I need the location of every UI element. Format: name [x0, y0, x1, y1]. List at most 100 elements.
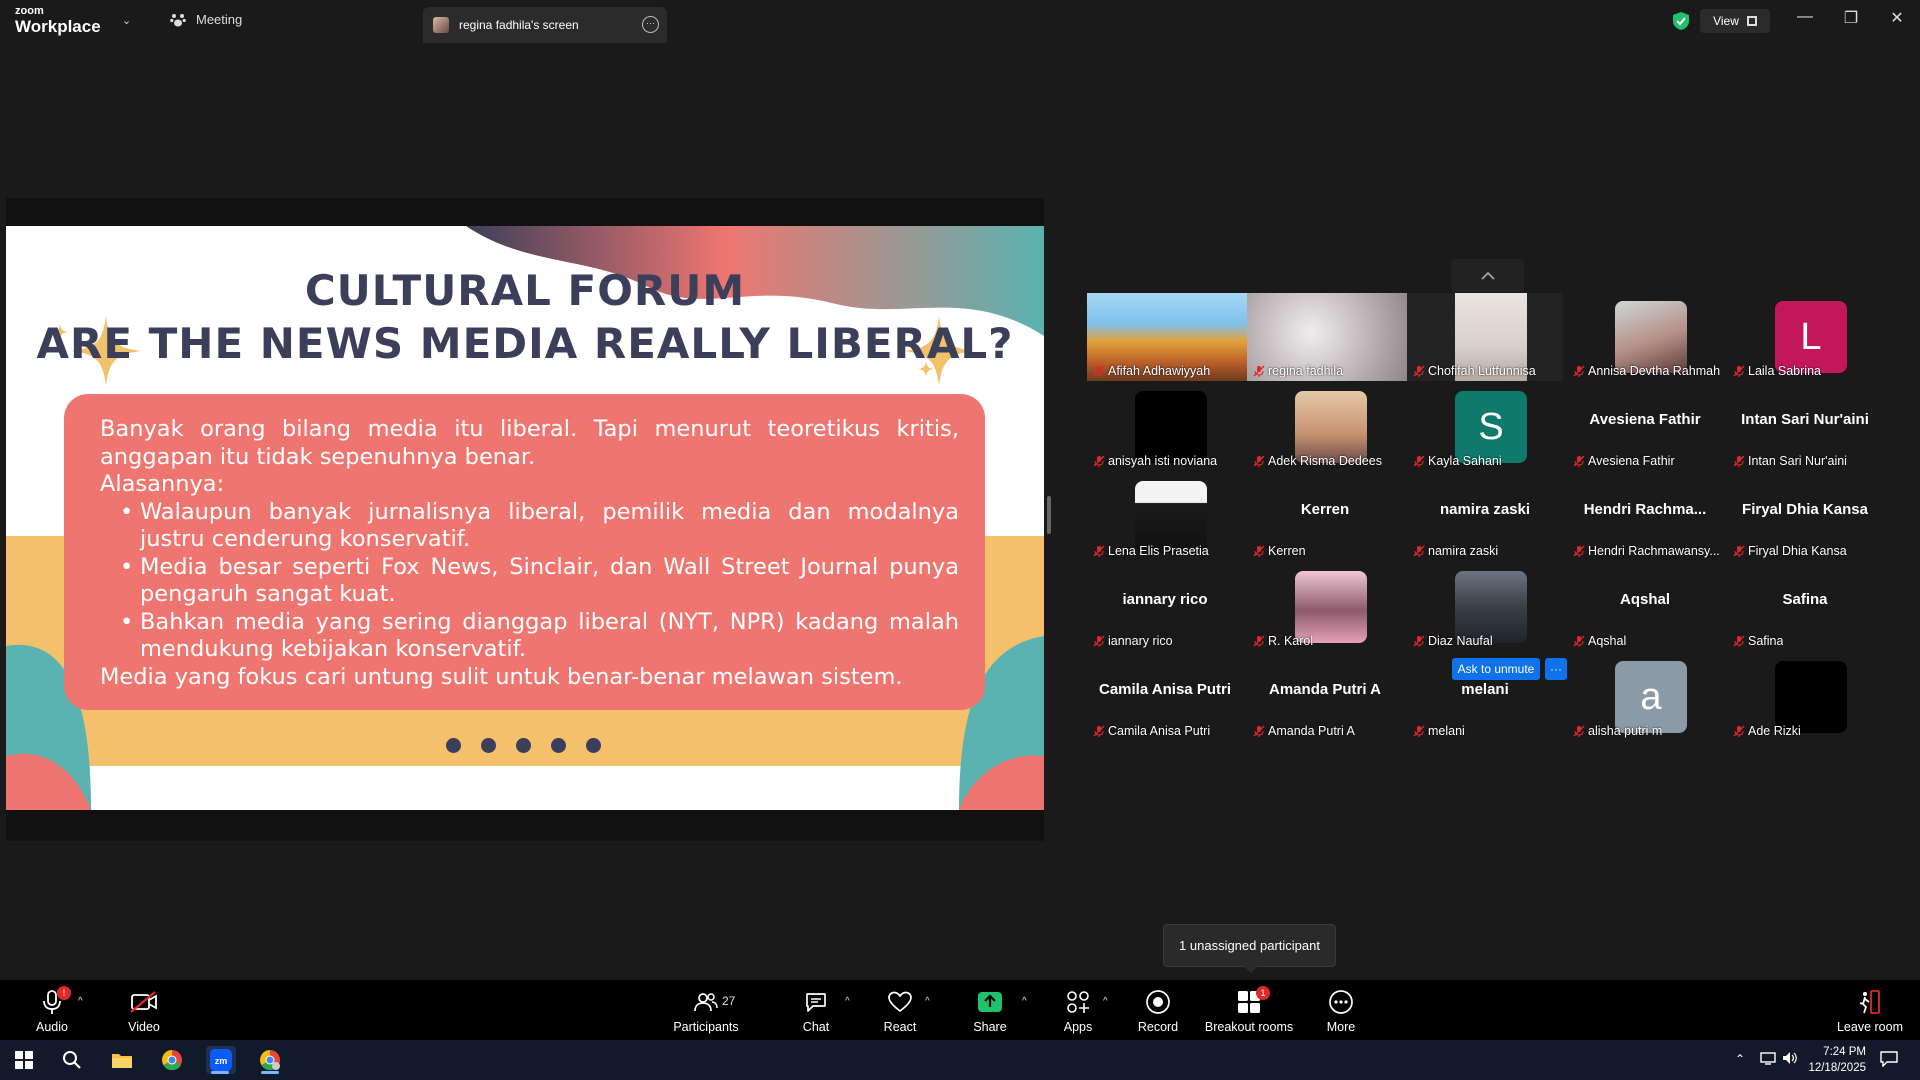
chat-button[interactable]: Chat [776, 988, 856, 1034]
participant-tile[interactable]: Adek Risma Dedees [1247, 383, 1403, 471]
more-button[interactable]: More [1301, 988, 1381, 1034]
participant-tile[interactable]: Kerren Kerren [1247, 473, 1403, 561]
participant-display-name: Hendri Rachma... [1583, 501, 1707, 518]
audio-options-caret-icon[interactable]: ^ [78, 996, 83, 1007]
participant-avatar-letter: L [1775, 301, 1847, 373]
participant-name: Intan Sari Nur'aini [1748, 454, 1847, 468]
participant-name: Avesiena Fathir [1588, 454, 1675, 468]
participant-avatar-blank [1775, 661, 1847, 733]
more-label: More [1326, 1020, 1356, 1034]
windows-start-icon[interactable] [10, 1046, 38, 1074]
leave-room-label: Leave room [1836, 1020, 1903, 1034]
microphone-muted-icon [1573, 635, 1585, 647]
slide-reasons-heading: Alasannya: [100, 471, 225, 497]
chat-options-caret-icon[interactable]: ^ [845, 996, 850, 1007]
tab-shared-screen[interactable]: regina fadhila's screen ··· [423, 7, 667, 43]
participant-name: Afifah Adhawiyyah [1108, 364, 1211, 378]
shield-check-icon[interactable] [1670, 10, 1692, 32]
participant-name-label: Hendri Rachmawansy... [1573, 544, 1720, 558]
participant-tile[interactable]: Aqshal Aqshal [1567, 563, 1723, 651]
video-button[interactable]: Video [104, 988, 184, 1034]
participant-tile[interactable]: iannary rico iannary rico [1087, 563, 1243, 651]
share-label: Share [973, 1020, 1007, 1034]
unassigned-participant-tooltip: 1 unassigned participant [1163, 924, 1336, 973]
microphone-muted-icon [1253, 725, 1265, 737]
apps-button[interactable]: Apps [1038, 988, 1118, 1034]
close-icon[interactable]: ✕ [1882, 8, 1912, 28]
zoom-workplace-logo[interactable]: zoom Workplace [15, 6, 101, 36]
apps-options-caret-icon[interactable]: ^ [1103, 996, 1108, 1007]
leave-room-button[interactable]: Leave room [1830, 988, 1910, 1034]
participant-tile[interactable]: anisyah isti noviana [1087, 383, 1243, 471]
search-icon[interactable] [58, 1046, 86, 1074]
participant-name-label: anisyah isti noviana [1093, 454, 1217, 468]
participant-name: regina fadhila [1268, 364, 1344, 378]
participant-tile[interactable]: regina fadhila [1247, 293, 1407, 381]
participant-tile[interactable]: Ade Rizki [1727, 653, 1883, 741]
audio-label: Audio [36, 1020, 68, 1034]
minimize-icon[interactable]: — [1790, 8, 1820, 26]
participant-tile[interactable]: a alisha putri m [1567, 653, 1723, 741]
breakout-rooms-button[interactable]: 1 Breakout rooms [1199, 986, 1299, 1034]
slide-bullet: Bahkan media yang sering dianggap libera… [120, 609, 959, 664]
microphone-muted-icon [1733, 455, 1745, 467]
view-button[interactable]: View [1700, 9, 1770, 33]
participant-name-label: Aqshal [1573, 634, 1626, 648]
tab-meeting[interactable]: Meeting [170, 12, 242, 27]
audio-button[interactable]: ! Audio [12, 986, 92, 1034]
chrome-profile-icon[interactable] [256, 1046, 284, 1074]
chrome-icon[interactable] [158, 1046, 186, 1074]
gallery-page-up-button[interactable] [1451, 259, 1524, 292]
restore-icon[interactable]: ❐ [1836, 8, 1866, 28]
participant-tile[interactable]: S Kayla Sahani [1407, 383, 1563, 471]
ellipsis-icon[interactable]: ··· [642, 16, 659, 33]
dot [586, 738, 601, 753]
participant-tile[interactable]: Chofifah Lutfunnisa [1407, 293, 1563, 381]
split-resize-handle[interactable] [1047, 496, 1051, 534]
participant-tile[interactable]: Safina Safina [1727, 563, 1883, 651]
participant-tile[interactable]: L Laila Sabrina [1727, 293, 1883, 381]
microphone-muted-icon [1413, 365, 1425, 377]
participant-tile[interactable]: namira zaski namira zaski [1407, 473, 1563, 561]
participant-tile[interactable]: Afifah Adhawiyyah [1087, 293, 1247, 381]
participant-tile[interactable]: Hendri Rachma... Hendri Rachmawansy... [1567, 473, 1723, 561]
participant-display-name: Safina [1782, 591, 1828, 608]
tile-more-options-button[interactable]: ··· [1545, 658, 1567, 680]
breakout-rooms-label: Breakout rooms [1204, 1020, 1294, 1034]
participant-display-name: namira zaski [1439, 501, 1531, 518]
record-icon [1118, 988, 1198, 1016]
chevron-down-icon[interactable]: ⌄ [122, 14, 131, 27]
microphone-muted-icon [1093, 725, 1105, 737]
participant-tile[interactable]: Firyal Dhia Kansa Firyal Dhia Kansa [1727, 473, 1883, 561]
meeting-paw-icon [170, 13, 186, 26]
notifications-icon[interactable] [1880, 1051, 1898, 1072]
participant-tile[interactable]: Lena Elis Prasetia [1087, 473, 1243, 561]
react-options-caret-icon[interactable]: ^ [925, 996, 930, 1007]
participant-tile[interactable]: Diaz Naufal [1407, 563, 1563, 651]
participant-tile[interactable]: Avesiena Fathir Avesiena Fathir [1567, 383, 1723, 471]
leave-room-icon [1830, 988, 1910, 1016]
react-button[interactable]: React [860, 988, 940, 1034]
network-icon[interactable] [1760, 1051, 1776, 1070]
slide-bullet-list: Walaupun banyak jurnalisnya liberal, pem… [120, 499, 959, 664]
participant-name: Kayla Sahani [1428, 454, 1502, 468]
participant-name: Amanda Putri A [1268, 724, 1355, 738]
participant-tile[interactable]: Camila Anisa Putri Camila Anisa Putri [1087, 653, 1243, 741]
participant-tile[interactable]: Intan Sari Nur'aini Intan Sari Nur'aini [1727, 383, 1883, 471]
taskbar-clock[interactable]: 7:24 PM 12/18/2025 [1790, 1044, 1866, 1076]
ask-to-unmute-button[interactable]: Ask to unmute [1452, 658, 1540, 680]
share-options-caret-icon[interactable]: ^ [1022, 996, 1027, 1007]
share-button[interactable]: Share [950, 988, 1030, 1034]
participant-name: Annisa Devtha Rahmah [1588, 364, 1721, 378]
participant-avatar-letter: S [1455, 391, 1527, 463]
slide-title-line2: ARE THE NEWS MEDIA REALLY LIBERAL? [36, 319, 1014, 368]
file-explorer-icon[interactable] [108, 1046, 136, 1074]
participant-name-label: Firyal Dhia Kansa [1733, 544, 1847, 558]
participant-tile[interactable]: Amanda Putri A Amanda Putri A [1247, 653, 1403, 741]
record-button[interactable]: Record [1118, 988, 1198, 1034]
zoom-taskbar-icon[interactable]: zm [206, 1046, 236, 1074]
participant-tile[interactable]: R. Karol [1247, 563, 1403, 651]
show-hidden-icons-icon[interactable]: ⌃ [1735, 1052, 1745, 1066]
participant-tile[interactable]: Annisa Devtha Rahmah [1567, 293, 1723, 381]
clock-time: 7:24 PM [1823, 1046, 1866, 1058]
